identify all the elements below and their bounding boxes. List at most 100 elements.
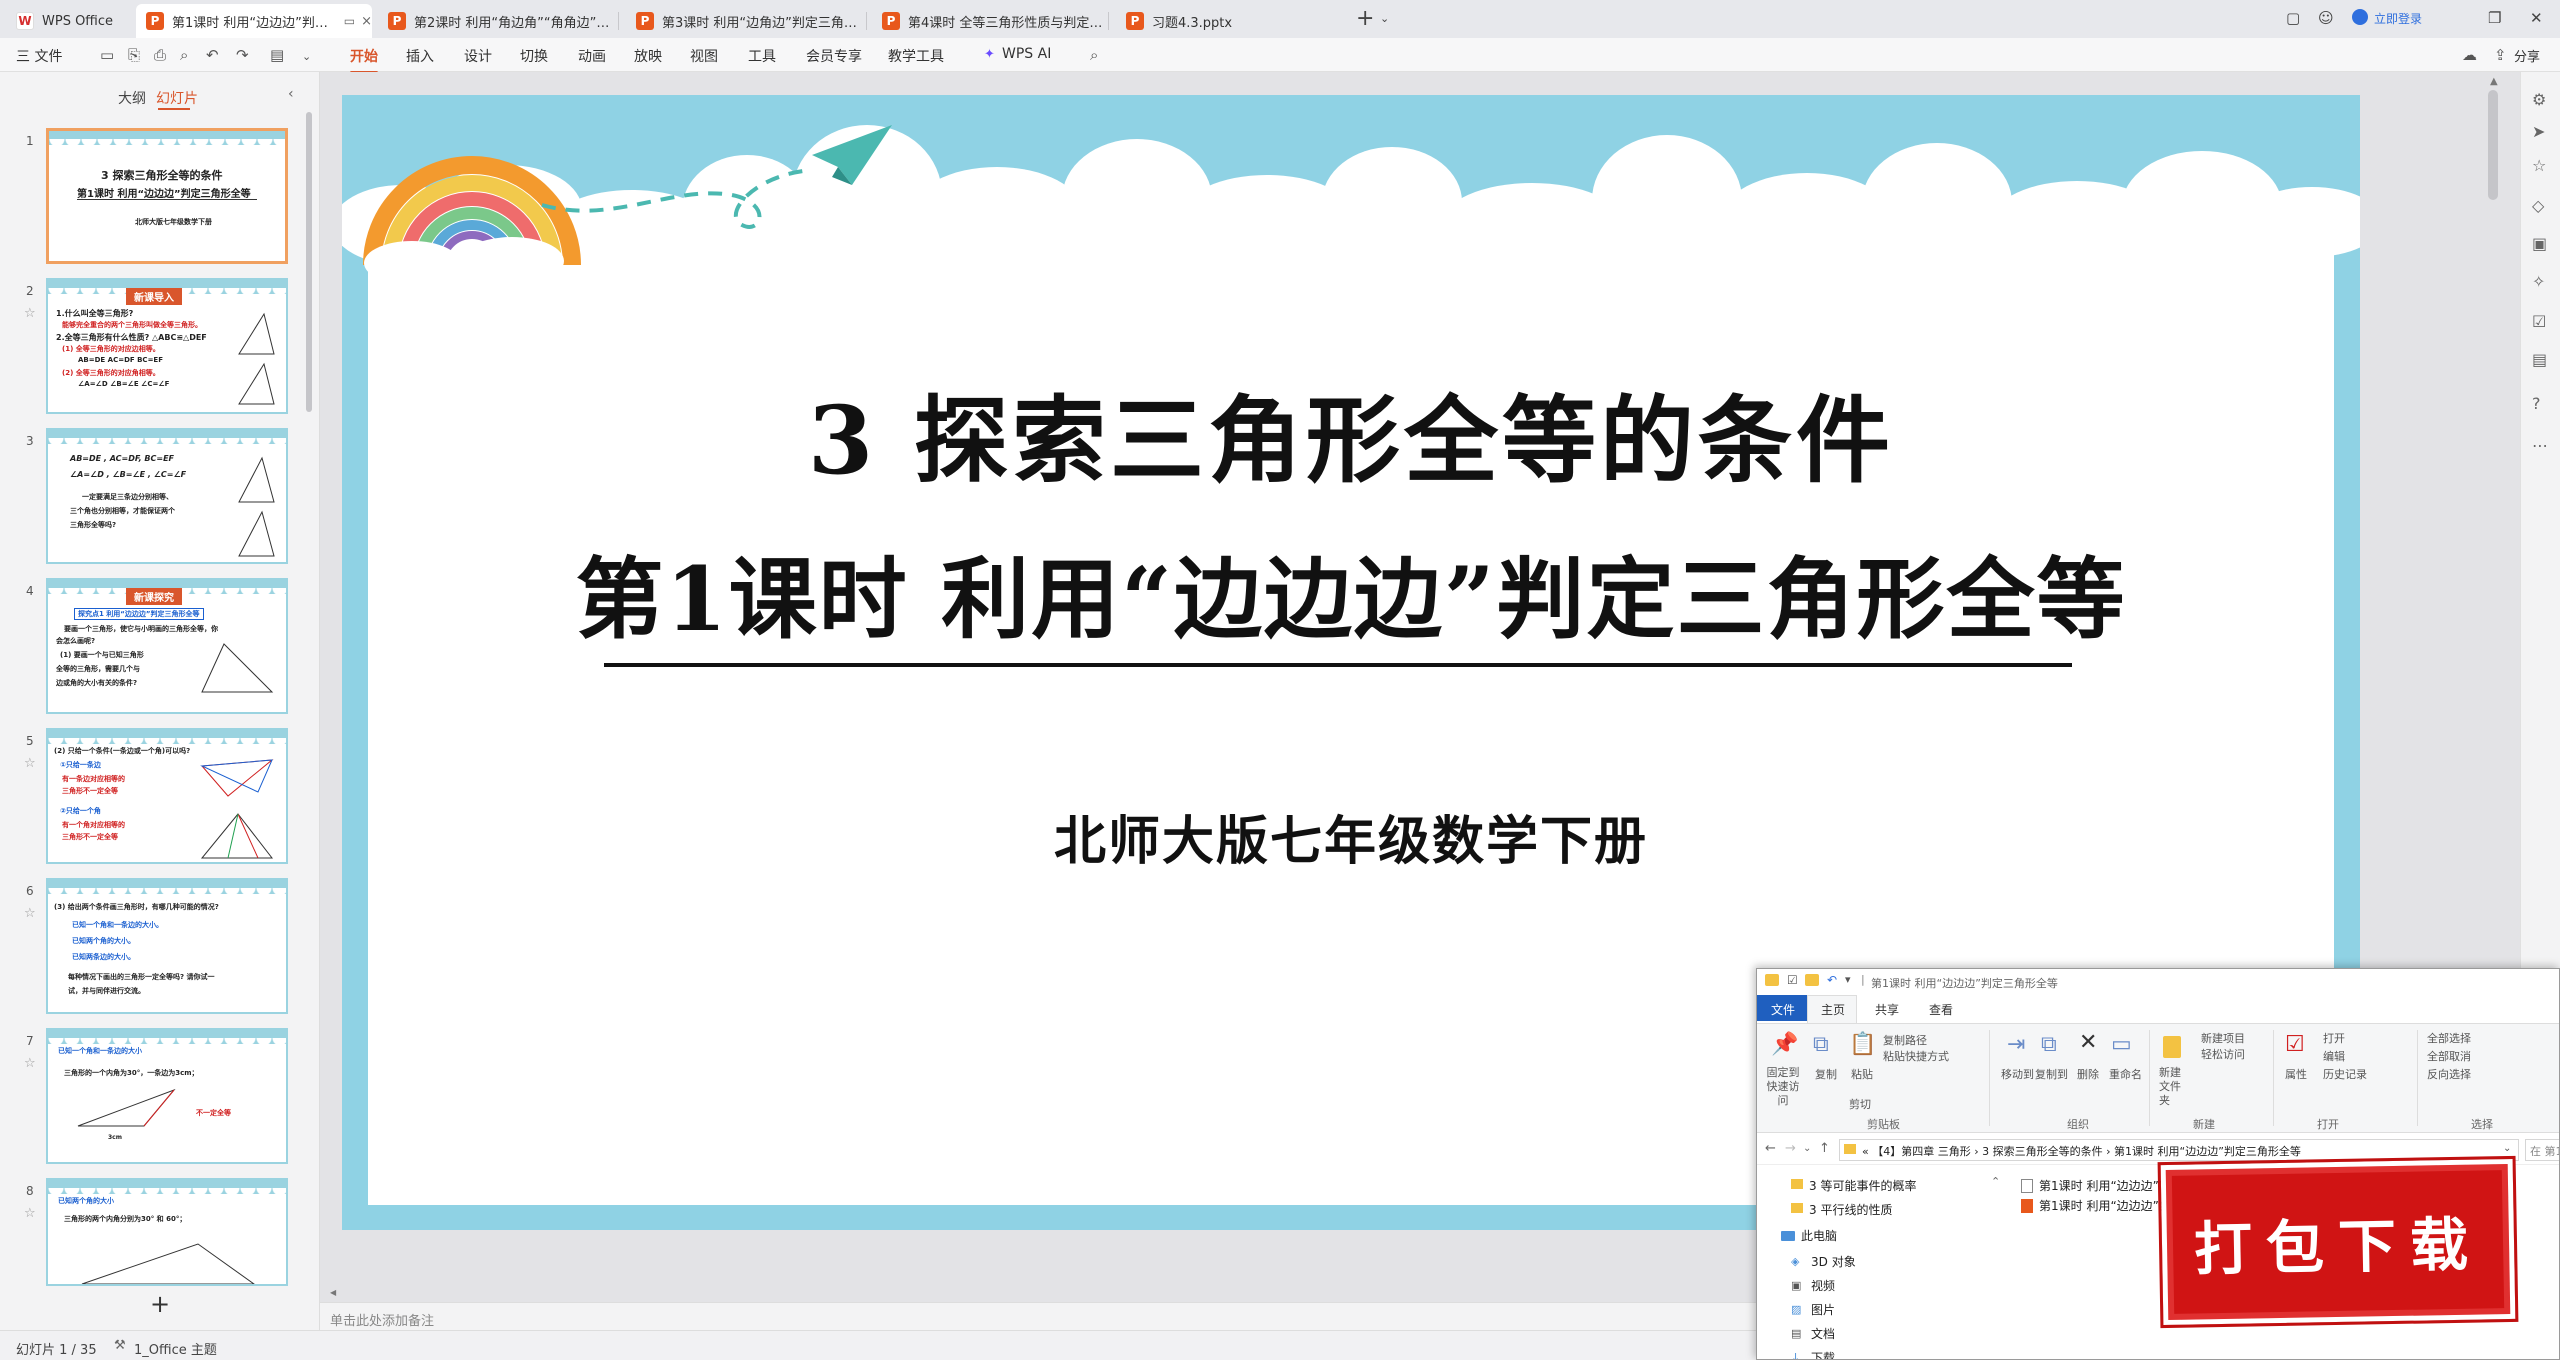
copy-icon[interactable]: ⧉: [1813, 1032, 1829, 1057]
slide-thumbnail-5[interactable]: (2) 只给一个条件(一条边或一个角)可以吗? ①只给一条边 有一条边对应相等的…: [46, 728, 288, 864]
copy-to-button[interactable]: 复制到: [2035, 1066, 2068, 1082]
menu-insert[interactable]: 插入: [406, 46, 434, 66]
properties-icon[interactable]: ☑: [2285, 1032, 2305, 1057]
slide-thumbnail-3[interactable]: AB=DE , AC=DF, BC=EF ∠A=∠D , ∠B=∠E , ∠C=…: [46, 428, 288, 564]
select-all-button[interactable]: 全部选择: [2427, 1030, 2471, 1046]
magic-tools-icon[interactable]: ✧: [2532, 272, 2545, 291]
forward-icon[interactable]: →: [1785, 1141, 1796, 1156]
tree-item[interactable]: 下载: [1811, 1349, 1835, 1359]
format-painter-icon[interactable]: ▤: [270, 46, 284, 64]
easy-access-button[interactable]: 轻松访问: [2201, 1046, 2245, 1062]
properties-button[interactable]: 属性: [2285, 1066, 2307, 1082]
rename-button[interactable]: 重命名: [2109, 1066, 2142, 1082]
panel-scrollbar[interactable]: [306, 112, 312, 412]
tab-document-5[interactable]: P 习题4.3.pptx: [1116, 4, 1346, 38]
menu-design[interactable]: 设计: [464, 46, 492, 66]
menu-home[interactable]: 开始: [350, 46, 378, 74]
rename-icon[interactable]: ▭: [2111, 1032, 2132, 1057]
close-tab-icon[interactable]: ×: [361, 14, 372, 29]
open-button[interactable]: 打开: [2323, 1030, 2345, 1046]
user-avatar-icon[interactable]: [2352, 9, 2368, 25]
pin-icon[interactable]: 📌: [1771, 1032, 1798, 1057]
animation-icon[interactable]: ◇: [2532, 196, 2544, 215]
close-window-icon[interactable]: ✕: [2530, 9, 2543, 27]
menu-view[interactable]: 视图: [690, 46, 718, 66]
tab-list-chevron-icon[interactable]: ⌄: [1380, 12, 1389, 25]
menu-teaching-tools[interactable]: 教学工具: [888, 46, 944, 66]
copy-path-button[interactable]: 复制路径: [1883, 1032, 1927, 1048]
theme-name[interactable]: 1_Office 主题: [134, 1339, 217, 1358]
favorite-icon[interactable]: ☆: [2532, 156, 2546, 175]
paste-button[interactable]: 粘贴: [1851, 1066, 1873, 1082]
tab-wps-home[interactable]: W WPS Office: [6, 4, 132, 38]
search-box[interactable]: 在 第1: [2525, 1139, 2559, 1161]
scroll-up-icon[interactable]: ⌃: [1991, 1175, 2000, 1188]
menu-slideshow[interactable]: 放映: [634, 46, 662, 66]
star-icon[interactable]: ☆: [24, 906, 36, 921]
save-icon[interactable]: ▭: [100, 46, 114, 64]
scroll-up-icon[interactable]: ▲: [2490, 76, 2498, 87]
explorer-tab-view[interactable]: 查看: [1929, 1001, 1953, 1018]
tab-slides[interactable]: 幻灯片: [156, 88, 198, 108]
redo-icon[interactable]: ↷: [236, 46, 249, 64]
slide-thumbnail-6[interactable]: (3) 给出两个条件画三角形时，有哪几种可能的情况? 已知一个角和一条边的大小。…: [46, 878, 288, 1014]
star-icon[interactable]: ☆: [24, 306, 36, 321]
file-menu[interactable]: 三 文件: [16, 46, 62, 66]
slide-title[interactable]: 3 探索三角形全等的条件: [342, 365, 2360, 501]
customize-chevron-icon[interactable]: ▾: [1845, 973, 1851, 986]
slide-thumbnail-4[interactable]: 新课探究 探究点1 利用“边边边”判定三角形全等 要画一个三角形，使它与小明画的…: [46, 578, 288, 714]
new-folder-quick-icon[interactable]: [1805, 974, 1819, 986]
select-none-button[interactable]: 全部取消: [2427, 1048, 2471, 1064]
tree-item[interactable]: 图片: [1811, 1301, 1835, 1318]
print-preview-icon[interactable]: ⌕: [180, 46, 188, 64]
menu-transition[interactable]: 切换: [520, 46, 548, 66]
scroll-left-icon[interactable]: ◀: [330, 1288, 336, 1297]
address-bar[interactable]: « 【4】第四章 三角形 › 3 探索三角形全等的条件 › 第1课时 利用“边边…: [1839, 1139, 2519, 1161]
paste-shortcut-button[interactable]: 粘贴快捷方式: [1883, 1048, 1949, 1064]
collapse-panel-icon[interactable]: ‹: [288, 86, 294, 102]
up-icon[interactable]: ↑: [1819, 1141, 1830, 1156]
explorer-tab-file[interactable]: 文件: [1771, 1001, 1795, 1018]
back-icon[interactable]: ←: [1765, 1141, 1776, 1156]
copy-button[interactable]: 复制: [1815, 1066, 1837, 1082]
cut-button[interactable]: 剪切: [1849, 1096, 1871, 1112]
tree-item[interactable]: 文档: [1811, 1325, 1835, 1342]
menu-member[interactable]: 会员专享: [806, 46, 862, 66]
share-button[interactable]: 分享: [2514, 46, 2540, 65]
undo-icon[interactable]: ↶: [206, 46, 219, 64]
print-icon[interactable]: ⎙: [154, 46, 166, 64]
skin-icon[interactable]: ☺: [2318, 9, 2334, 27]
star-icon[interactable]: ☆: [24, 756, 36, 771]
tree-item[interactable]: 3 等可能事件的概率: [1809, 1177, 1916, 1194]
edit-button[interactable]: 编辑: [2323, 1048, 2345, 1064]
add-slide-button[interactable]: +: [150, 1290, 170, 1318]
quick-access-chevron-icon[interactable]: ⌄: [302, 50, 311, 63]
slide-thumbnail-8[interactable]: 已知两个角的大小 三角形的两个内角分别为30° 和 60°；: [46, 1178, 288, 1286]
cursor-icon[interactable]: ➤: [2532, 122, 2545, 141]
layout-icon[interactable]: ▢: [2286, 9, 2300, 27]
menu-tools[interactable]: 工具: [748, 46, 776, 66]
paste-icon[interactable]: 📋: [1849, 1032, 1876, 1057]
tree-item-this-pc[interactable]: 此电脑: [1801, 1227, 1837, 1244]
login-link[interactable]: 立即登录: [2374, 10, 2422, 27]
export-pdf-icon[interactable]: ⎘: [128, 46, 140, 64]
tree-item[interactable]: 视频: [1811, 1277, 1835, 1294]
slide-subtitle[interactable]: 第1课时 利用“边边边”判定三角形全等: [342, 529, 2360, 656]
tab-document-1[interactable]: P 第1课时 利用“边边边”判定三角形全等 ▭ ×: [136, 4, 372, 38]
slide-thumbnail-7[interactable]: 已知一个角和一条边的大小 三角形的一个内角为30°，一条边为3cm； 不一定全等…: [46, 1028, 288, 1164]
address-chevron-icon[interactable]: ⌄: [2503, 1143, 2511, 1154]
delete-icon[interactable]: ✕: [2079, 1030, 2097, 1055]
tree-item[interactable]: 3 平行线的性质: [1809, 1201, 1892, 1218]
move-to-button[interactable]: 移动到: [2001, 1066, 2034, 1082]
slide-layout-icon[interactable]: ▣: [2532, 234, 2547, 253]
tab-document-3[interactable]: P 第3课时 利用“边角边”判定三角形全等: [626, 4, 862, 38]
invert-selection-button[interactable]: 反向选择: [2427, 1066, 2471, 1082]
document-check-icon[interactable]: ☑: [2532, 312, 2546, 331]
delete-button[interactable]: 删除: [2077, 1066, 2099, 1082]
slide-thumbnail-2[interactable]: 新课导入 1.什么叫全等三角形? 能够完全重合的两个三角形叫做全等三角形。 2.…: [46, 278, 288, 414]
help-icon[interactable]: ?: [2532, 394, 2541, 413]
more-icon[interactable]: ⋯: [2532, 436, 2548, 455]
star-icon[interactable]: ☆: [24, 1056, 36, 1071]
undo-quick-icon[interactable]: ↶: [1827, 973, 1837, 987]
menu-animation[interactable]: 动画: [578, 46, 606, 66]
